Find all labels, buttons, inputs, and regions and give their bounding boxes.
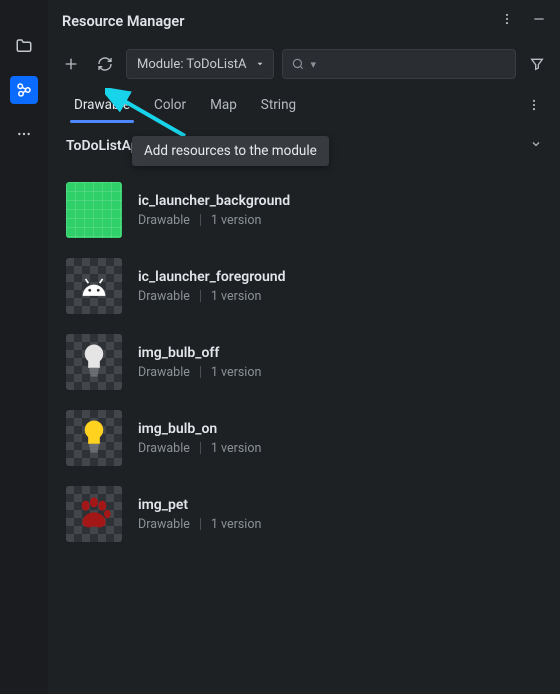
resource-meta: img_pet Drawable 1 version xyxy=(138,497,261,532)
add-button[interactable] xyxy=(58,51,84,77)
resource-type: Drawable xyxy=(138,517,190,532)
resource-name: ic_launcher_foreground xyxy=(138,269,286,285)
resource-thumb xyxy=(66,486,122,542)
resource-type: Drawable xyxy=(138,289,190,304)
search-icon xyxy=(291,57,305,71)
resource-type: Drawable xyxy=(138,365,190,380)
resource-thumb xyxy=(66,410,122,466)
resource-name: img_bulb_off xyxy=(138,345,261,361)
resource-item[interactable]: ic_launcher_foreground Drawable 1 version xyxy=(60,248,548,324)
tab-color[interactable]: Color xyxy=(142,89,198,121)
tabs-options-icon[interactable] xyxy=(522,93,546,117)
resource-item[interactable]: ic_launcher_background Drawable 1 version xyxy=(60,172,548,248)
tab-string[interactable]: String xyxy=(249,89,308,121)
tabs: DrawableColorMapString xyxy=(48,86,560,124)
titlebar: Resource Manager xyxy=(48,0,560,42)
resource-item[interactable]: img_pet Drawable 1 version xyxy=(60,476,548,552)
toolbar: Module: ToDoListA ▾ xyxy=(48,42,560,86)
resource-manager-nav-icon[interactable] xyxy=(10,76,38,104)
resource-version: 1 version xyxy=(211,213,262,228)
resource-thumb xyxy=(66,258,122,314)
group-title: ToDoListApp.app.main (5) xyxy=(66,138,230,154)
resource-version: 1 version xyxy=(211,365,262,380)
panel-title: Resource Manager xyxy=(62,13,184,30)
module-selector[interactable]: Module: ToDoListA xyxy=(126,49,274,79)
resource-meta: ic_launcher_foreground Drawable 1 version xyxy=(138,269,286,304)
resource-type: Drawable xyxy=(138,441,190,456)
chevron-down-icon xyxy=(530,138,542,154)
resource-item[interactable]: img_bulb_on Drawable 1 version xyxy=(60,400,548,476)
minimize-icon[interactable] xyxy=(532,12,546,30)
resource-list: ic_launcher_backgroundDrawable1 versioni… xyxy=(48,168,560,552)
options-icon[interactable] xyxy=(500,12,514,30)
resource-version: 1 version xyxy=(211,289,262,304)
resource-item[interactable]: img_bulb_off Drawable 1 version xyxy=(60,324,548,400)
search-box[interactable]: ▾ xyxy=(282,49,516,79)
resource-version: 1 version xyxy=(211,441,262,456)
folder-icon[interactable] xyxy=(10,32,38,60)
tool-rail xyxy=(0,0,48,694)
resource-meta: img_bulb_off Drawable 1 version xyxy=(138,345,261,380)
chevron-down-icon xyxy=(255,59,265,69)
resource-meta: ic_launcher_background Drawable 1 version xyxy=(138,193,290,228)
resource-thumb xyxy=(66,182,122,238)
resource-version: 1 version xyxy=(211,517,262,532)
resource-thumb xyxy=(66,334,122,390)
tab-drawable[interactable]: Drawable xyxy=(62,89,142,121)
search-input[interactable] xyxy=(322,57,507,72)
resource-meta: img_bulb_on Drawable 1 version xyxy=(138,421,261,456)
resource-name: img_pet xyxy=(138,497,261,513)
resource-name: ic_launcher_background xyxy=(138,193,290,209)
module-label: Module: ToDoListA xyxy=(137,57,247,72)
resource-type: Drawable xyxy=(138,213,190,228)
resource-group-header[interactable]: ToDoListApp.app.main (5) xyxy=(48,124,560,168)
refresh-button[interactable] xyxy=(92,51,118,77)
tab-map[interactable]: Map xyxy=(198,89,249,121)
panel: Resource Manager Module: ToDoListA ▾ xyxy=(48,0,560,694)
filter-button[interactable] xyxy=(524,51,550,77)
more-icon[interactable] xyxy=(10,120,38,148)
resource-name: img_bulb_on xyxy=(138,421,261,437)
